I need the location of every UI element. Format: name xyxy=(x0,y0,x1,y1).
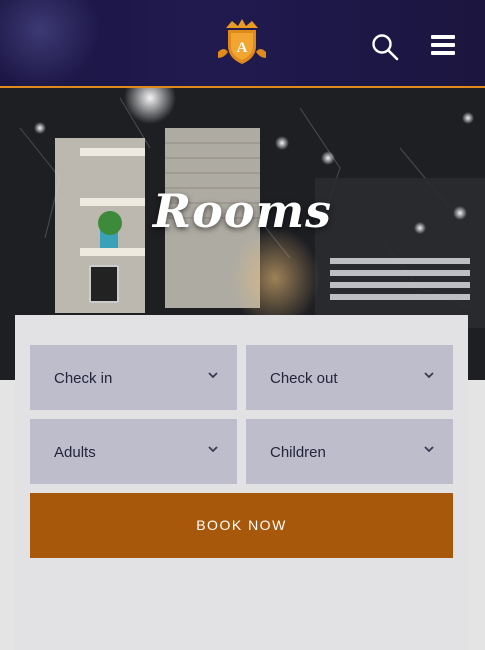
chevron-down-icon xyxy=(424,372,434,379)
children-label: Children xyxy=(270,444,326,461)
children-select[interactable]: Children xyxy=(246,419,453,484)
logo-letter: A xyxy=(237,40,248,56)
book-now-button[interactable]: BOOK NOW xyxy=(30,493,453,558)
hotel-logo[interactable]: A xyxy=(216,18,268,68)
site-header: A xyxy=(0,0,485,88)
chevron-down-icon xyxy=(424,446,434,453)
check-out-select[interactable]: Check out xyxy=(246,345,453,410)
page-title: Rooms xyxy=(152,184,333,238)
hamburger-menu-icon[interactable] xyxy=(431,35,455,55)
adults-select[interactable]: Adults xyxy=(30,419,237,484)
chevron-down-icon xyxy=(208,446,218,453)
chevron-down-icon xyxy=(208,372,218,379)
check-in-label: Check in xyxy=(54,370,113,387)
search-icon[interactable] xyxy=(371,33,399,61)
check-in-select[interactable]: Check in xyxy=(30,345,237,410)
check-out-label: Check out xyxy=(270,370,338,387)
adults-label: Adults xyxy=(54,444,96,461)
